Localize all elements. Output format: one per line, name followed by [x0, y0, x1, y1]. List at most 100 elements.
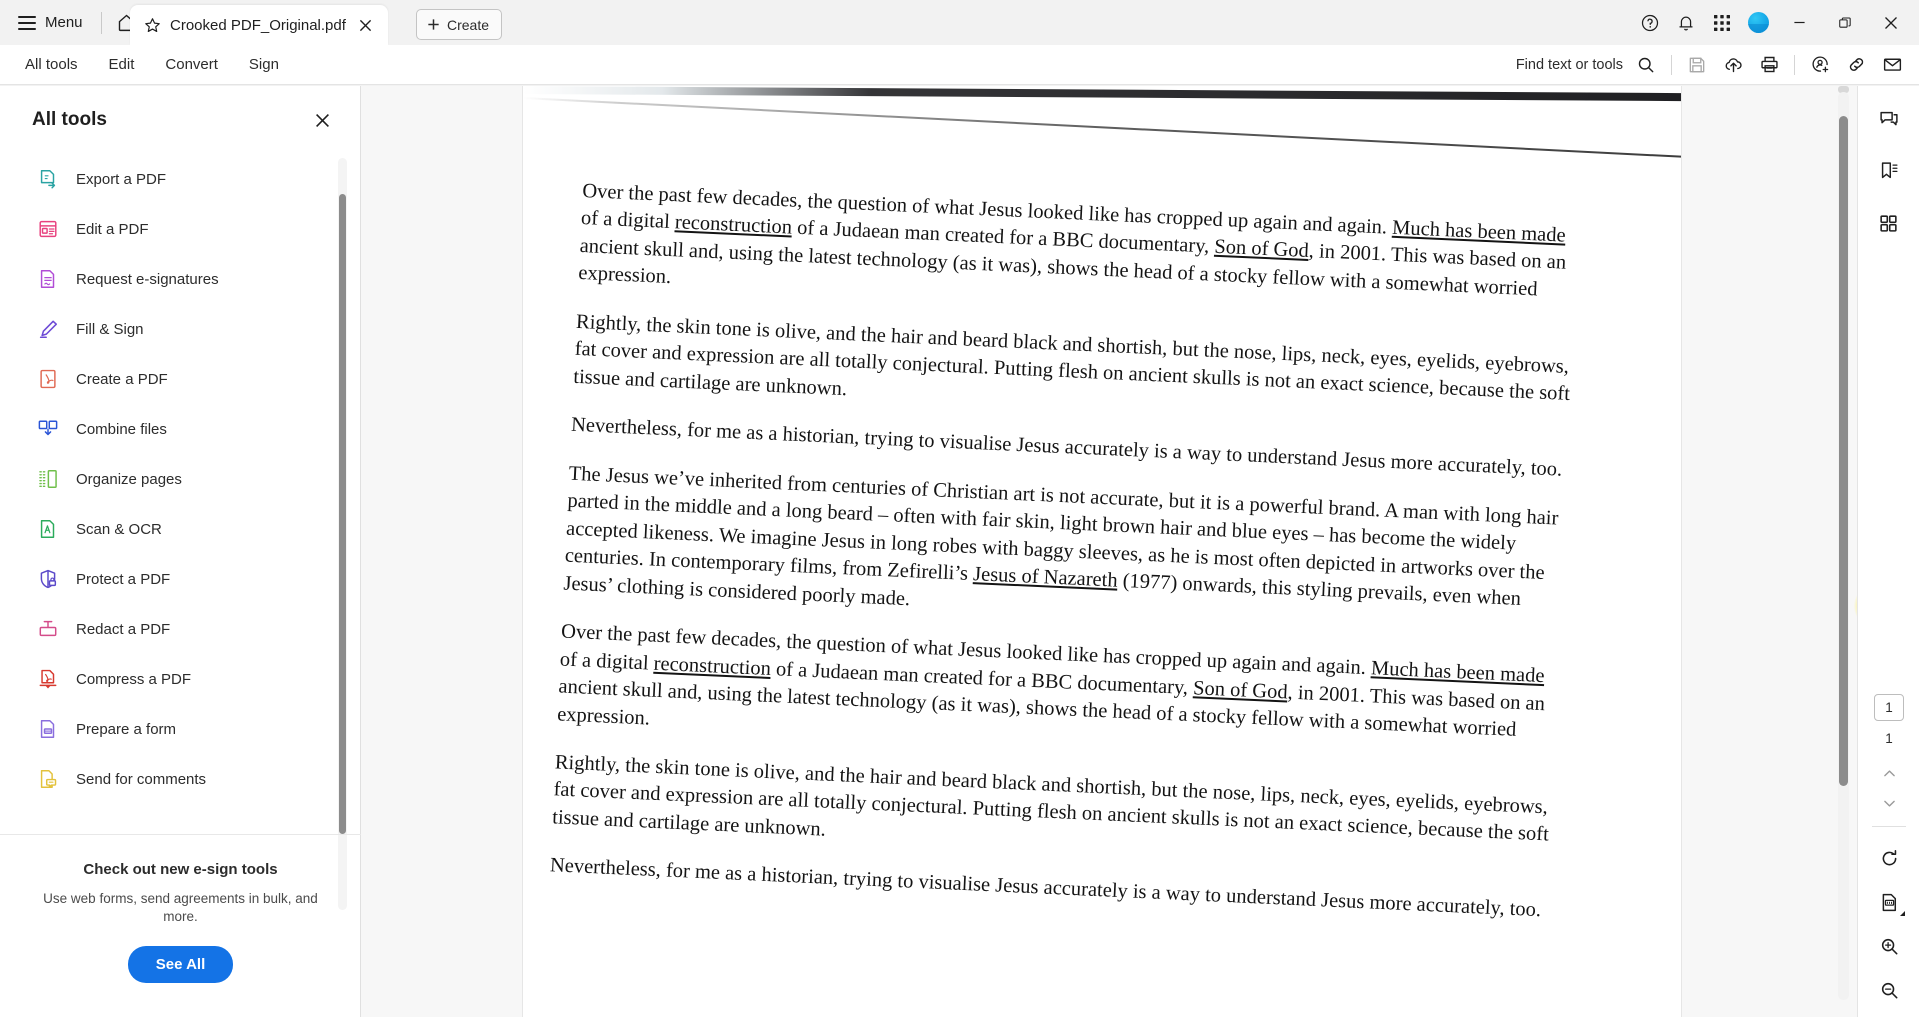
tool-item-prepare-a-form[interactable]: Prepare a form	[30, 704, 303, 754]
zoom-in-button[interactable]	[1870, 927, 1908, 965]
rail-divider	[1872, 826, 1906, 827]
titlebar-divider	[100, 11, 102, 34]
viewer-scrollbar-thumb[interactable]	[1839, 116, 1848, 786]
search-button[interactable]	[1629, 49, 1663, 81]
create-pdf-icon	[36, 367, 60, 391]
tool-item-label: Combine files	[76, 420, 167, 438]
copy-link-button[interactable]	[1839, 49, 1873, 81]
current-page-input[interactable]: 1	[1874, 694, 1904, 721]
upload-to-cloud-button[interactable]	[1716, 49, 1750, 81]
edit-pdf-icon	[36, 217, 60, 241]
all-tools-title: All tools	[32, 109, 107, 130]
add-person-comment-icon	[1812, 56, 1828, 73]
tool-item-protect-a-pdf[interactable]: Protect a PDF	[30, 554, 303, 604]
help-button[interactable]	[1633, 6, 1667, 40]
tool-item-create-a-pdf[interactable]: Create a PDF	[30, 354, 303, 404]
tool-item-organize-pages[interactable]: Organize pages	[30, 454, 303, 504]
menu-button[interactable]: Menu	[10, 6, 93, 40]
tool-item-fill-and-sign[interactable]: Fill & Sign	[30, 304, 303, 354]
rotate-page-button[interactable]	[1870, 839, 1908, 877]
minimize-icon	[1793, 21, 1805, 24]
apps-grid-icon	[1714, 14, 1730, 31]
close-icon	[360, 19, 372, 31]
pdf-page[interactable]: Over the past few decades, the question …	[523, 86, 1681, 1017]
comments-panel-button[interactable]	[1870, 100, 1908, 138]
share-with-people-button[interactable]	[1803, 49, 1837, 81]
search-icon	[1638, 57, 1654, 72]
window-minimize-button[interactable]	[1777, 0, 1821, 45]
tool-item-redact-a-pdf[interactable]: Redact a PDF	[30, 604, 303, 654]
tool-item-request-e-signatures[interactable]: Request e-signatures	[30, 254, 303, 304]
hamburger-icon	[18, 15, 36, 30]
restore-icon	[1839, 16, 1851, 28]
save-button[interactable]	[1680, 49, 1714, 81]
pdf-page-text: Over the past few decades, the question …	[548, 178, 1587, 947]
tool-item-label: Export a PDF	[76, 170, 167, 188]
pdf-paragraph: Rightly, the skin tone is olive, and the…	[572, 310, 1571, 406]
promo-subtitle: Use web forms, send agreements in bulk, …	[43, 890, 318, 924]
print-icon	[1760, 56, 1778, 73]
email-button[interactable]	[1875, 49, 1909, 81]
scan-edge-top	[523, 86, 1681, 102]
all-tools-close-button[interactable]	[308, 106, 336, 134]
see-all-button[interactable]: See All	[127, 946, 234, 983]
esign-promo-card: Check out new e-sign tools Use web forms…	[0, 833, 361, 1017]
chevron-down-icon	[1883, 800, 1895, 807]
tool-item-edit-a-pdf[interactable]: Edit a PDF	[30, 204, 303, 254]
page-navigation-controls: 1 1	[1858, 694, 1919, 1009]
tool-item-scan-and-ocr[interactable]: Scan & OCR	[30, 504, 303, 554]
tool-item-combine-files[interactable]: Combine files	[30, 404, 303, 454]
tool-item-label: Edit a PDF	[76, 220, 149, 238]
document-tab[interactable]: Crooked PDF_Original.pdf	[130, 5, 388, 45]
fit-page-icon	[1882, 893, 1896, 911]
compress-pdf-icon	[36, 667, 60, 691]
scan-skew-line	[523, 97, 1681, 158]
user-avatar-button[interactable]	[1741, 6, 1775, 40]
bookmark-icon	[1881, 162, 1898, 179]
menu-tab-sign[interactable]: Sign	[236, 50, 292, 79]
tool-item-label: Send for comments	[76, 770, 207, 788]
tool-list-scrollbar[interactable]	[338, 158, 347, 910]
tool-list-scrollbar-thumb[interactable]	[339, 194, 346, 834]
menu-tab-all-tools[interactable]: All tools	[12, 50, 91, 79]
window-close-button[interactable]	[1869, 0, 1913, 45]
comment-icon	[1879, 111, 1898, 126]
tool-item-label: Fill & Sign	[76, 320, 144, 338]
tab-title: Crooked PDF_Original.pdf	[170, 16, 346, 34]
create-button-label: Create	[447, 16, 490, 33]
previous-page-button[interactable]	[1872, 758, 1906, 788]
zoom-in-icon	[1881, 938, 1897, 954]
pdf-paragraph: The Jesus we’ve inherited from centuries…	[563, 462, 1559, 611]
tool-list: Export a PDF Edit a PDF Request e-signat…	[0, 154, 361, 914]
tab-close-button[interactable]	[354, 13, 378, 37]
apps-button[interactable]	[1705, 6, 1739, 40]
viewer-scrollbar[interactable]	[1838, 92, 1849, 1000]
link-icon	[1849, 58, 1863, 71]
find-text-or-tools-label[interactable]: Find text or tools	[1516, 57, 1623, 73]
tool-item-label: Create a PDF	[76, 370, 168, 388]
document-viewer[interactable]: Over the past few decades, the question …	[361, 86, 1857, 1017]
bookmarks-panel-button[interactable]	[1870, 152, 1908, 190]
pdf-paragraph: Over the past few decades, the question …	[556, 620, 1546, 741]
tool-item-label: Scan & OCR	[76, 520, 162, 538]
request-esign-icon	[36, 267, 60, 291]
menu-tab-convert[interactable]: Convert	[152, 50, 231, 79]
window-restore-button[interactable]	[1823, 0, 1867, 45]
tool-item-send-for-comments[interactable]: Send for comments	[30, 754, 303, 804]
toolbar-divider-1	[1671, 54, 1672, 75]
menu-bar-tools: Find text or tools	[1516, 49, 1909, 81]
create-button[interactable]: Create	[416, 9, 503, 40]
export-pdf-icon	[36, 167, 60, 191]
tool-item-compress-a-pdf[interactable]: Compress a PDF	[30, 654, 303, 704]
total-pages-label: 1	[1885, 731, 1893, 746]
tool-item-export-a-pdf[interactable]: Export a PDF	[30, 154, 303, 204]
menu-button-label: Menu	[45, 14, 83, 31]
print-button[interactable]	[1752, 49, 1786, 81]
protect-pdf-icon	[36, 567, 60, 591]
fit-page-button[interactable]	[1870, 883, 1908, 921]
zoom-out-button[interactable]	[1870, 971, 1908, 1009]
notifications-button[interactable]	[1669, 6, 1703, 40]
next-page-button[interactable]	[1872, 788, 1906, 818]
page-thumbnails-button[interactable]	[1870, 204, 1908, 242]
menu-tab-edit[interactable]: Edit	[96, 50, 148, 79]
